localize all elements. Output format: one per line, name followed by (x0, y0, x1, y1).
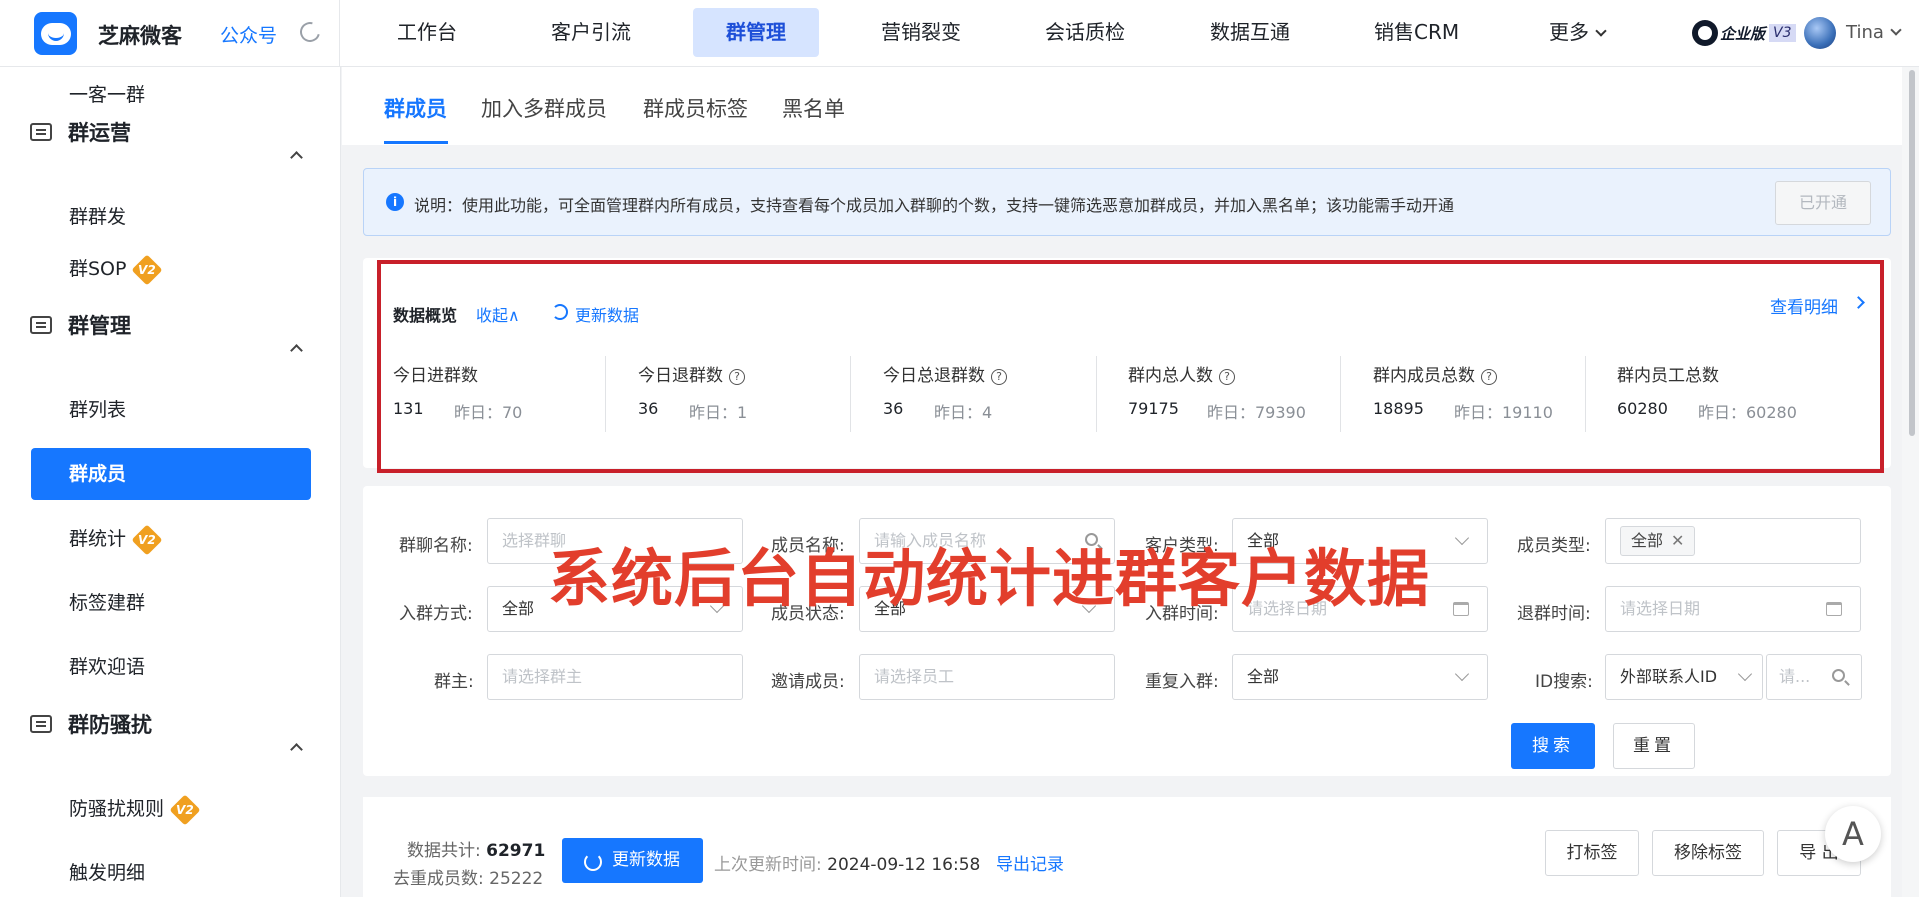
calendar-icon (1826, 602, 1842, 616)
chevron-down-icon (1737, 666, 1753, 682)
member-type-label: 成员类型: (1517, 536, 1591, 556)
nav-marketing-fission[interactable]: 营销裂变 (848, 8, 994, 57)
sidebar-item-trigger-details[interactable]: 触发明细 (31, 847, 311, 897)
search-button[interactable]: 搜索 (1511, 723, 1595, 769)
total-count: 数据共计: 62971 (407, 841, 546, 861)
search-icon[interactable] (1832, 669, 1845, 682)
floating-assistant-button[interactable]: A (1825, 806, 1881, 862)
app-name: 芝麻微客 (98, 24, 182, 48)
sidebar-item-welcome-message[interactable]: 群欢迎语 (31, 641, 311, 693)
chat-group-icon (30, 123, 52, 141)
nav-workbench[interactable]: 工作台 (364, 8, 490, 57)
v2-badge: V2 (131, 523, 163, 556)
owner-select[interactable]: 请选择群主 (487, 654, 743, 700)
member-type-select[interactable]: 全部 ✕ (1605, 518, 1861, 564)
edition-label: 企业版 (1720, 24, 1766, 43)
sidebar-group-label: 群运营 (68, 121, 131, 145)
edition-logo-icon (1692, 20, 1718, 46)
user-name[interactable]: Tina (1846, 22, 1884, 43)
dark-mode-icon[interactable] (296, 18, 324, 46)
sidebar-item-label: 防骚扰规则 (69, 798, 165, 820)
tab-member-tags[interactable]: 群成员标签 (643, 93, 748, 123)
rejoin-select[interactable]: 全部 (1232, 654, 1488, 700)
id-search-label: ID搜索: (1535, 672, 1593, 692)
inviter-select[interactable]: 请选择员工 (859, 654, 1115, 700)
nav-data-interop[interactable]: 数据互通 (1177, 8, 1323, 57)
sidebar-item-label: 群SOP (69, 258, 127, 280)
tab-blacklist[interactable]: 黑名单 (782, 93, 845, 123)
nav-sales-crm[interactable]: 销售CRM (1341, 8, 1492, 57)
sidebar-item-group-members[interactable]: 群成员 (31, 448, 311, 500)
overlay-caption: 系统后台自动统计进群客户数据 (548, 542, 1431, 615)
sidebar-item-group-list[interactable]: 群列表 (31, 384, 311, 436)
sidebar-item-tag-group[interactable]: 标签建群 (31, 577, 311, 629)
join-method-label: 入群方式: (399, 604, 473, 624)
last-update: 上次更新时间: 2024-09-12 16:58 (714, 855, 981, 875)
group-name-label: 群聊名称: (399, 536, 473, 556)
nav-more[interactable]: 更多 (1516, 8, 1638, 57)
chevron-down-icon (1454, 666, 1470, 682)
chat-group-icon (30, 316, 52, 334)
quit-time-label: 退群时间: (1517, 604, 1591, 624)
chevron-up-icon[interactable] (290, 743, 303, 756)
shield-chat-icon (30, 715, 52, 733)
reset-button[interactable]: 重置 (1613, 723, 1695, 769)
calendar-icon (1453, 602, 1469, 616)
nav-more-label: 更多 (1549, 20, 1589, 44)
scrollbar-thumb[interactable] (1909, 70, 1915, 436)
inviter-label: 邀请成员: (771, 672, 845, 692)
nav-customer-acquisition[interactable]: 客户引流 (518, 8, 664, 57)
chevron-down-icon (1454, 530, 1470, 546)
info-notice: i 说明：使用此功能，可全面管理群内所有成员，支持查看每个成员加入群聊的个数，支… (363, 168, 1891, 236)
sidebar-item-group-sop[interactable]: 群SOP V2 (31, 243, 311, 295)
app-logo-icon[interactable] (34, 12, 77, 55)
sidebar-item-one-customer-one-group[interactable]: 一客一群 (31, 69, 311, 121)
nav-divider (339, 0, 340, 67)
member-type-tag: 全部 ✕ (1620, 526, 1696, 556)
sidebar-item-group-stats[interactable]: 群统计 V2 (31, 513, 311, 565)
nav-group-management[interactable]: 群管理 (693, 8, 819, 57)
owner-label: 群主: (434, 672, 474, 692)
tab-bar: 群成员 加入多群成员 群成员标签 黑名单 (342, 67, 1902, 145)
sidebar-item-label: 群统计 (69, 528, 127, 550)
official-account-link[interactable]: 公众号 (220, 21, 277, 48)
close-icon[interactable]: ✕ (1671, 531, 1684, 550)
id-type-select[interactable]: 外部联系人ID (1605, 654, 1763, 700)
sidebar-item-anti-harassment-rules[interactable]: 防骚扰规则 V2 (31, 783, 311, 835)
sidebar-group-label: 群管理 (68, 314, 131, 338)
sidebar-item-group-broadcast[interactable]: 群群发 (31, 191, 311, 243)
highlight-frame (377, 260, 1884, 473)
remove-tag-button[interactable]: 移除标签 (1652, 830, 1764, 876)
tab-multi-group-members[interactable]: 加入多群成员 (481, 93, 607, 123)
avatar[interactable] (1804, 17, 1836, 49)
v2-badge: V2 (169, 793, 201, 826)
enabled-button[interactable]: 已开通 (1775, 181, 1871, 225)
v2-badge: V2 (131, 253, 164, 286)
rejoin-label: 重复入群: (1145, 672, 1219, 692)
export-record-link[interactable]: 导出记录 (996, 850, 1064, 875)
sidebar: 一客一群 群运营 群群发 群SOP V2 群管理 群列表 群成员 群统计 V2 标签… (0, 67, 341, 897)
nav-session-inspection[interactable]: 会话质检 (1012, 8, 1158, 57)
chevron-down-icon[interactable] (1890, 24, 1902, 36)
tab-group-members[interactable]: 群成员 (384, 93, 447, 123)
chevron-down-icon (1595, 25, 1607, 37)
dedup-count: 去重成员数: 25222 (393, 869, 544, 889)
sidebar-group-label: 群防骚扰 (68, 713, 152, 737)
edition-version: V3 (1769, 24, 1796, 42)
sidebar-group-operations[interactable]: 群运营 (30, 117, 131, 147)
add-tag-button[interactable]: 打标签 (1545, 830, 1639, 876)
info-icon: i (386, 193, 404, 211)
sidebar-group-management[interactable]: 群管理 (30, 310, 131, 340)
top-nav-bar: 芝麻微客 公众号 工作台 客户引流 群管理 营销裂变 会话质检 数据互通 销售C… (0, 0, 1919, 67)
refresh-label: 更新数据 (612, 850, 680, 870)
edition-badge: 企业版 V3 (1692, 19, 1796, 47)
id-search-input[interactable]: 请... (1766, 654, 1862, 700)
active-tab-indicator (384, 141, 448, 144)
chevron-up-icon[interactable] (290, 344, 303, 357)
refresh-data-button[interactable]: 更新数据 (562, 838, 703, 883)
chevron-up-icon[interactable] (290, 151, 303, 164)
sidebar-group-anti-harassment[interactable]: 群防骚扰 (30, 709, 152, 739)
quit-time-picker[interactable]: 请选择日期 (1605, 586, 1861, 632)
notice-text: 说明：使用此功能，可全面管理群内所有成员，支持查看每个成员加入群聊的个数，支持一… (414, 196, 1455, 215)
